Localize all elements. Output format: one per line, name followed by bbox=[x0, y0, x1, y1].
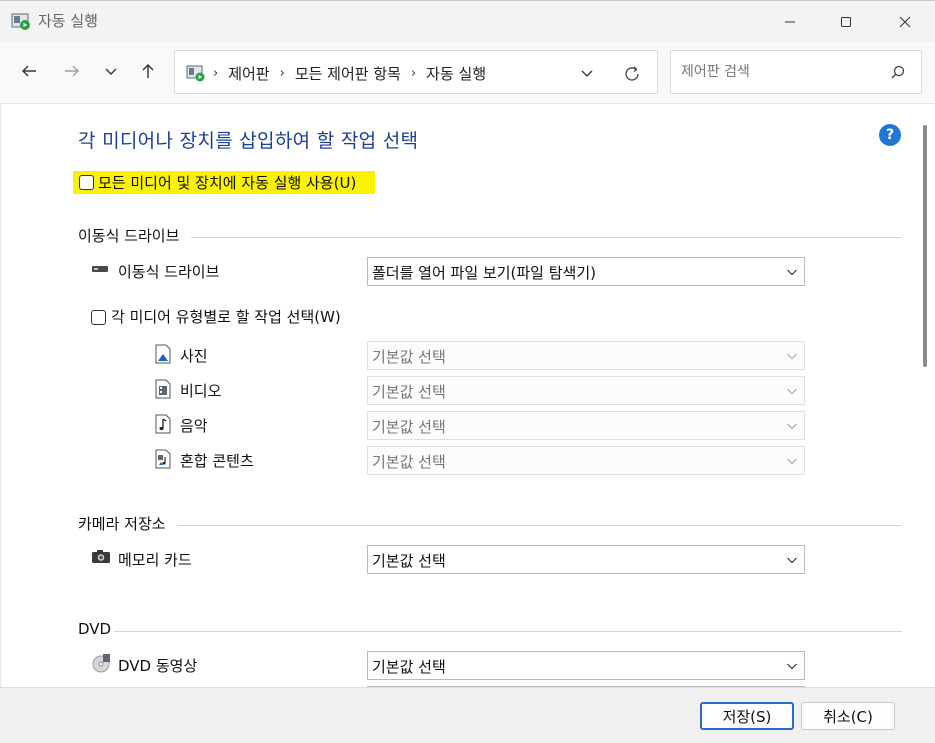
chevron-right-icon: › bbox=[279, 65, 285, 81]
window-title: 자동 실행 bbox=[38, 12, 98, 30]
save-button[interactable]: 저장(S) bbox=[700, 702, 794, 730]
removable-drive-select[interactable]: 폴더를 열어 파일 보기(파일 탐색기) bbox=[367, 257, 805, 286]
select-value: 기본값 선택 bbox=[372, 453, 446, 471]
close-icon bbox=[899, 16, 911, 28]
chevron-down-icon bbox=[581, 70, 593, 77]
arrow-left-icon bbox=[22, 65, 36, 77]
use-autoplay-label[interactable]: 모든 미디어 및 장치에 자동 실행 사용(U) bbox=[98, 172, 356, 193]
breadcrumb-item-autoplay[interactable]: 자동 실행 bbox=[426, 63, 486, 84]
recent-locations-button[interactable] bbox=[97, 57, 125, 85]
arrow-up-icon bbox=[142, 64, 154, 78]
chevron-right-icon: › bbox=[213, 65, 219, 81]
removable-drive-icon bbox=[92, 266, 108, 272]
per-media-type-label[interactable]: 각 미디어 유형별로 할 작업 선택(W) bbox=[111, 306, 341, 327]
address-history-button[interactable] bbox=[577, 63, 597, 83]
photo-select[interactable]: 기본값 선택 bbox=[367, 341, 805, 370]
navigation-bar: › 제어판 › 모든 제어판 항목 › 자동 실행 bbox=[0, 42, 935, 104]
music-icon bbox=[155, 414, 171, 434]
forward-button[interactable] bbox=[58, 57, 86, 85]
main-content: 각 미디어나 장치를 삽입하여 할 작업 선택 ? 모든 미디어 및 장치에 자… bbox=[0, 104, 920, 687]
section-title-dvd: DVD bbox=[78, 620, 112, 638]
video-select[interactable]: 기본값 선택 bbox=[367, 376, 805, 405]
scrollbar-thumb[interactable] bbox=[923, 125, 927, 367]
dvd-video-label: DVD 동영상 bbox=[118, 657, 198, 675]
maximize-button[interactable] bbox=[817, 1, 875, 43]
dvd-video-select[interactable]: 기본값 선택 bbox=[367, 651, 805, 680]
dvd-icon bbox=[92, 654, 110, 673]
chevron-down-icon bbox=[787, 388, 797, 395]
autoplay-icon bbox=[11, 13, 30, 30]
back-button[interactable] bbox=[15, 57, 43, 85]
mixed-content-icon bbox=[155, 449, 171, 469]
select-value: 기본값 선택 bbox=[372, 552, 446, 570]
dialog-footer: 저장(S) 취소(C) bbox=[0, 687, 935, 743]
refresh-icon bbox=[625, 66, 639, 81]
section-title-camera: 카메라 저장소 bbox=[78, 515, 166, 533]
memory-card-label: 메모리 카드 bbox=[118, 551, 192, 569]
chevron-down-icon bbox=[787, 458, 797, 465]
section-divider bbox=[114, 631, 902, 632]
title-bar: 자동 실행 bbox=[0, 0, 935, 42]
section-divider bbox=[177, 525, 902, 526]
maximize-icon bbox=[841, 17, 851, 27]
select-value: 기본값 선택 bbox=[372, 348, 446, 366]
chevron-down-icon bbox=[787, 269, 797, 276]
select-value: 폴더를 열어 파일 보기(파일 탐색기) bbox=[372, 264, 596, 282]
select-value: 기본값 선택 bbox=[372, 383, 446, 401]
video-icon bbox=[155, 379, 171, 399]
breadcrumb: › 제어판 › 모든 제어판 항목 › 자동 실행 bbox=[213, 51, 486, 95]
breadcrumb-item-control-panel[interactable]: 제어판 bbox=[228, 63, 269, 84]
chevron-right-icon: › bbox=[410, 65, 417, 81]
help-button[interactable]: ? bbox=[879, 124, 901, 146]
chevron-down-icon bbox=[787, 353, 797, 360]
section-title-removable: 이동식 드라이브 bbox=[78, 227, 180, 245]
refresh-button[interactable] bbox=[621, 63, 643, 85]
select-value: 기본값 선택 bbox=[372, 658, 446, 676]
close-button[interactable] bbox=[876, 1, 934, 43]
media-type-label-video: 비디오 bbox=[180, 382, 222, 400]
chevron-down-icon bbox=[787, 423, 797, 430]
minimize-icon bbox=[785, 21, 795, 23]
select-value: 기본값 선택 bbox=[372, 418, 446, 436]
search-input[interactable] bbox=[681, 51, 881, 93]
camera-icon bbox=[92, 550, 110, 563]
music-select[interactable]: 기본값 선택 bbox=[367, 411, 805, 440]
section-divider bbox=[191, 237, 902, 238]
search-icon[interactable] bbox=[889, 64, 907, 82]
mixed-content-select[interactable]: 기본값 선택 bbox=[367, 446, 805, 475]
memory-card-select[interactable]: 기본값 선택 bbox=[367, 545, 805, 574]
help-icon: ? bbox=[885, 127, 895, 143]
chevron-down-icon bbox=[787, 557, 797, 564]
up-button[interactable] bbox=[134, 57, 162, 85]
page-title: 각 미디어나 장치를 삽입하여 할 작업 선택 bbox=[78, 130, 419, 152]
media-type-label-mixed: 혼합 콘텐츠 bbox=[180, 452, 254, 470]
chevron-down-icon bbox=[105, 68, 117, 75]
per-media-type-checkbox[interactable] bbox=[91, 310, 106, 325]
arrow-right-icon bbox=[65, 65, 79, 77]
removable-drive-label: 이동식 드라이브 bbox=[118, 263, 220, 281]
chevron-down-icon bbox=[787, 663, 797, 670]
media-type-label-music: 음악 bbox=[180, 417, 208, 435]
photo-icon bbox=[155, 344, 171, 364]
media-type-label-photo: 사진 bbox=[180, 347, 208, 365]
breadcrumb-item-all-items[interactable]: 모든 제어판 항목 bbox=[295, 63, 401, 84]
search-box bbox=[670, 50, 922, 94]
control-panel-icon bbox=[186, 65, 205, 82]
use-autoplay-checkbox[interactable] bbox=[79, 175, 94, 190]
address-bar[interactable]: › 제어판 › 모든 제어판 항목 › 자동 실행 bbox=[174, 50, 658, 94]
cancel-button[interactable]: 취소(C) bbox=[801, 702, 895, 730]
minimize-button[interactable] bbox=[761, 1, 819, 43]
